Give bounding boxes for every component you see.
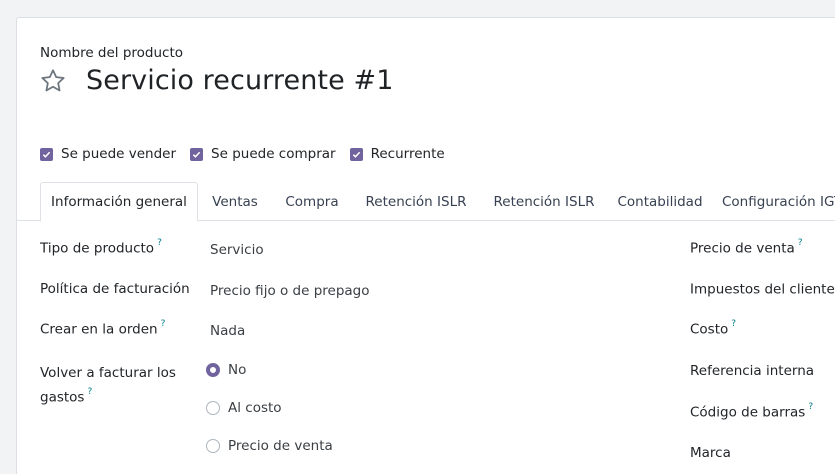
star-icon[interactable] [39, 67, 67, 95]
help-icon[interactable]: ? [808, 402, 813, 412]
product-type-label: Tipo de producto? [40, 238, 162, 257]
invoicing-policy-value[interactable]: Precio fijo o de prepago [210, 283, 370, 299]
brand-label: Marca [690, 445, 731, 461]
reinvoice-option-no[interactable]: No [206, 362, 246, 378]
tab-islr-withholding-1[interactable]: Retención ISLR [352, 182, 480, 221]
tab-islr-withholding-2[interactable]: Retención ISLR [480, 182, 608, 221]
checkbox-label: Recurrente [370, 146, 445, 162]
tab-purchase[interactable]: Compra [272, 182, 352, 221]
tab-igtf-config[interactable]: Configuración IGT [722, 182, 835, 221]
tab-general-info[interactable]: Información general [40, 182, 198, 222]
radio-unselected-icon[interactable] [206, 439, 220, 453]
checkbox-checked-icon[interactable] [349, 147, 363, 161]
form-tabs: Información general Ventas Compra Retenc… [16, 182, 835, 222]
checkbox-checked-icon[interactable] [190, 147, 204, 161]
reinvoice-option-at-cost[interactable]: Al costo [206, 400, 282, 416]
help-icon[interactable]: ? [798, 238, 803, 248]
can-be-sold-checkbox[interactable]: Se puede vender [40, 146, 176, 162]
checkbox-label: Se puede vender [61, 146, 177, 162]
checkbox-checked-icon[interactable] [40, 147, 53, 161]
checkbox-label: Se puede comprar [211, 146, 336, 162]
tab-sales[interactable]: Ventas [198, 182, 272, 221]
cost-label: Costo? [690, 319, 737, 338]
customer-taxes-label: Impuestos del cliente? [690, 281, 835, 298]
sales-price-label: Precio de venta? [690, 238, 803, 257]
tab-accounting[interactable]: Contabilidad [608, 182, 712, 221]
radio-selected-icon[interactable] [206, 363, 220, 377]
barcode-label: Código de barras? [690, 402, 814, 421]
radio-unselected-icon[interactable] [206, 401, 220, 415]
create-on-order-label: Crear en la orden? [40, 319, 166, 338]
product-options: Se puede vender Se puede comprar Recurre… [40, 146, 459, 162]
reinvoice-option-sales-price[interactable]: Precio de venta [206, 438, 333, 454]
help-icon[interactable]: ? [161, 319, 166, 329]
help-icon[interactable]: ? [731, 319, 736, 329]
reinvoice-expenses-label: Volver a facturar los gastos? [40, 365, 176, 406]
product-title[interactable]: Servicio recurrente #1 [86, 65, 394, 96]
internal-reference-label: Referencia interna [690, 363, 815, 379]
product-name-label: Nombre del producto [40, 45, 184, 61]
recurring-checkbox[interactable]: Recurrente [349, 146, 445, 162]
can-be-purchased-checkbox[interactable]: Se puede comprar [190, 146, 336, 162]
create-on-order-value[interactable]: Nada [210, 323, 245, 339]
product-type-value[interactable]: Servicio [210, 242, 264, 258]
help-icon[interactable]: ? [157, 238, 162, 248]
invoicing-policy-label: Política de facturación [40, 281, 190, 297]
help-icon[interactable]: ? [87, 387, 92, 397]
